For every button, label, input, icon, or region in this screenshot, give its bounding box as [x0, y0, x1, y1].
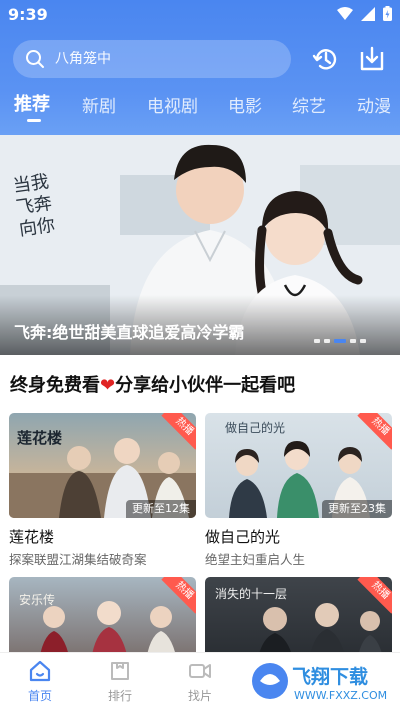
home-icon [29, 660, 51, 682]
section-title-part1: 终身免费看 [10, 375, 100, 396]
banner-dot-active[interactable] [334, 339, 346, 343]
card-title[interactable]: 做自己的光 [205, 526, 392, 547]
tab-movie[interactable]: 电影 [228, 92, 262, 117]
active-tab-indicator [27, 119, 41, 122]
heart-icon: ❤ [100, 375, 116, 396]
card-thumbnail[interactable]: 做自己的光 热播 更新至23集 [205, 413, 392, 518]
card-title[interactable]: 莲花楼 [9, 526, 196, 547]
banner-dot[interactable] [360, 339, 366, 343]
download-icon[interactable] [357, 44, 387, 74]
episode-badge: 更新至23集 [322, 500, 392, 518]
tab-tv-series[interactable]: 电视剧 [147, 92, 198, 117]
signal-icon [361, 6, 375, 21]
status-time: 9:39 [8, 5, 48, 24]
nav-find-label: 找片 [187, 689, 212, 703]
drama-card[interactable]: 莲花楼 热播 更新至12集 莲花楼 探案联盟江湖集结破奇案 [9, 413, 196, 568]
card-thumb-title: 莲花楼 [17, 429, 63, 447]
card-thumb-title: 消失的十一层 [215, 587, 288, 601]
video-icon [189, 664, 211, 678]
nav-home[interactable]: 首页 [10, 659, 70, 704]
card-thumb-title: 安乐传 [19, 593, 56, 607]
card-thumb-title: 做自己的光 [225, 421, 286, 435]
wifi-icon [337, 6, 353, 20]
nav-home-label: 首页 [27, 689, 52, 703]
section-title-part2: 分享给小伙伴一起看吧 [115, 375, 296, 396]
svg-text:飞翔下载: 飞翔下载 [292, 665, 368, 688]
search-input[interactable] [55, 51, 255, 67]
card-thumbnail[interactable]: 莲花楼 热播 更新至12集 [9, 413, 196, 518]
card-description: 绝望主妇重启人生 [205, 552, 306, 567]
status-icons [337, 6, 392, 21]
status-bar: 9:39 [0, 0, 400, 30]
banner-dot[interactable] [324, 339, 330, 343]
section-title: 终身免费看❤分享给小伙伴一起看吧 [10, 371, 295, 397]
hero-banner[interactable]: 当我飞奔向你 飞奔:绝世甜美直球追爱高冷学霸 [0, 135, 400, 355]
tab-recommend[interactable]: 推荐 [14, 90, 50, 116]
tab-anime[interactable]: 动漫 [357, 92, 391, 117]
watermark-logo: 飞翔下载 WWW.FXXZ.COM [248, 655, 398, 707]
battery-icon [383, 6, 392, 21]
card-description: 探案联盟江湖集结破奇案 [9, 552, 147, 567]
svg-text:WWW.FXXZ.COM: WWW.FXXZ.COM [294, 689, 387, 702]
episode-badge: 更新至12集 [126, 500, 196, 518]
banner-dot[interactable] [314, 339, 320, 343]
search-row [0, 40, 400, 80]
nav-ranking-label: 排行 [107, 689, 132, 703]
tab-variety[interactable]: 综艺 [292, 92, 326, 117]
category-tabs: 推荐 新剧 电视剧 电影 综艺 动漫 [0, 88, 400, 128]
nav-ranking[interactable]: 排行 [90, 659, 150, 704]
history-icon[interactable] [311, 44, 341, 74]
search-box[interactable] [13, 40, 291, 78]
header: 9:39 八角笼中 推荐 新剧 电视剧 电影 综艺 动漫 [0, 0, 400, 135]
search-icon [26, 50, 44, 68]
banner-pagination [314, 339, 366, 343]
banner-dot[interactable] [350, 339, 356, 343]
tab-new-drama[interactable]: 新剧 [82, 92, 116, 117]
ranking-icon [111, 662, 129, 680]
nav-find[interactable]: 找片 [170, 659, 230, 704]
drama-card[interactable]: 做自己的光 热播 更新至23集 做自己的光 绝望主妇重启人生 [205, 413, 392, 568]
banner-caption: 飞奔:绝世甜美直球追爱高冷学霸 [14, 323, 245, 342]
